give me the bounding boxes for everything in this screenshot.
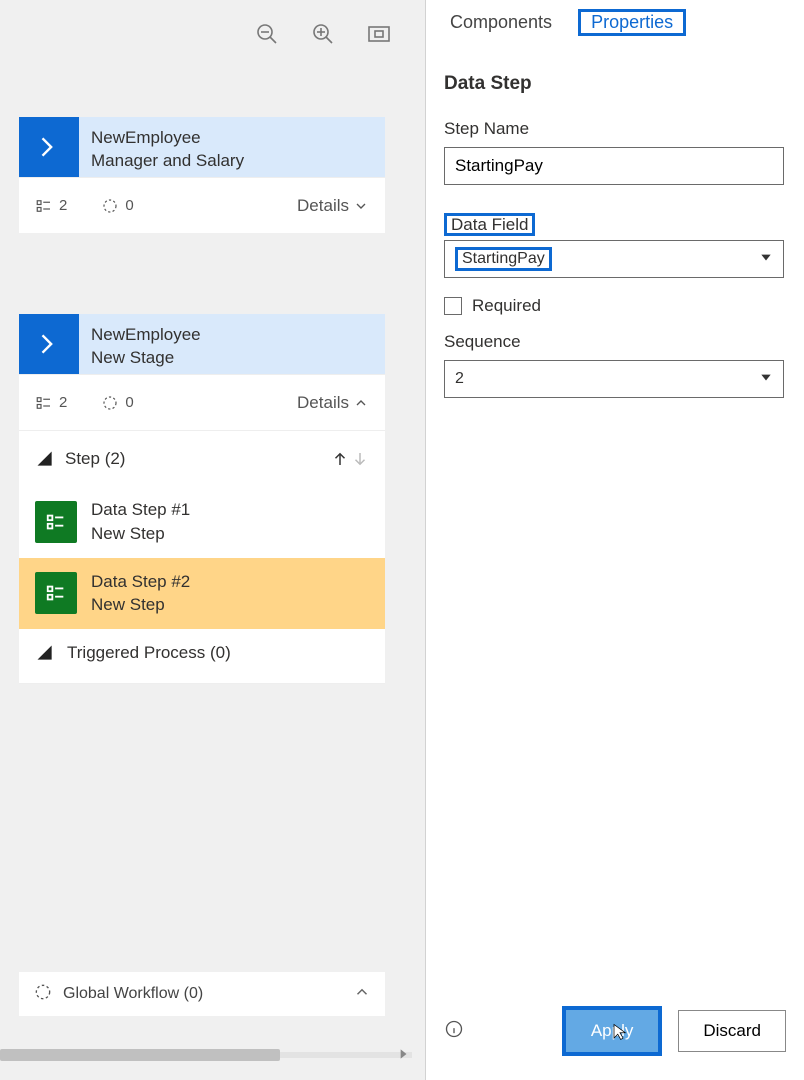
stage-card[interactable]: NewEmployee New Stage 2 0 Details Step (… [19,314,385,684]
arrow-down-icon[interactable] [351,450,369,468]
steps-icon [35,394,53,412]
stage-subtitle: New Stage [91,347,201,370]
arrow-up-icon[interactable] [331,450,349,468]
discard-button[interactable]: Discard [678,1010,786,1052]
data-step-item-selected[interactable]: Data Step #2 New Step [19,558,385,630]
zoom-out-icon[interactable] [255,22,279,46]
chevron-down-icon [759,250,773,269]
step-name-label: Step Name [426,95,804,147]
sequence-label: Sequence [426,316,804,360]
data-field-select[interactable]: StartingPay [444,240,784,278]
triangle-icon [35,643,55,663]
step-name-input[interactable] [444,147,784,185]
apply-button[interactable]: Apply [566,1010,659,1052]
sequence-select[interactable]: 2 [444,360,784,398]
data-step-title: Data Step #1 [91,498,190,522]
horizontal-scrollbar[interactable] [0,1046,412,1064]
steps-icon [35,197,53,215]
global-workflow-bar[interactable]: Global Workflow (0) [19,972,385,1016]
details-label: Details [297,196,349,216]
steps-label: Step (2) [65,449,125,469]
process-count: 0 [125,394,133,411]
workflow-icon [33,982,53,1007]
stage-icon [19,117,79,177]
chevron-up-icon [353,983,371,1006]
triangle-icon [35,449,55,469]
data-field-label: Data Field [444,213,535,236]
required-checkbox[interactable] [444,297,462,315]
sequence-value: 2 [455,370,464,388]
zoom-in-icon[interactable] [311,22,335,46]
details-toggle[interactable]: Details [297,393,369,413]
global-workflow-label: Global Workflow (0) [63,985,203,1003]
step-count: 2 [59,394,67,411]
data-step-item[interactable]: Data Step #1 New Step [19,486,385,558]
data-field-value: StartingPay [455,247,552,271]
tab-components[interactable]: Components [444,8,558,37]
stage-icon [19,314,79,374]
step-count: 2 [59,197,67,214]
process-icon [101,197,119,215]
data-step-subtitle: New Step [91,593,190,617]
fit-screen-icon[interactable] [367,22,391,46]
data-step-icon [35,501,77,543]
stage-subtitle: Manager and Salary [91,150,244,173]
process-count: 0 [125,197,133,214]
details-toggle[interactable]: Details [297,196,369,216]
data-step-title: Data Step #2 [91,570,190,594]
apply-label: Apply [591,1021,634,1041]
data-step-subtitle: New Step [91,522,190,546]
data-step-icon [35,572,77,614]
process-icon [101,394,119,412]
steps-header[interactable]: Step (2) [19,430,385,486]
section-title: Data Step [426,43,804,95]
chevron-up-icon [353,395,369,411]
chevron-down-icon [353,198,369,214]
stage-name: NewEmployee [91,127,244,150]
stage-name: NewEmployee [91,324,201,347]
required-label: Required [472,296,541,316]
scroll-right-icon[interactable] [396,1047,410,1061]
info-icon[interactable] [444,1019,464,1043]
triggered-process-row[interactable]: Triggered Process (0) [19,629,385,684]
tab-properties[interactable]: Properties [585,8,679,36]
stage-card[interactable]: NewEmployee Manager and Salary 2 0 Detai… [19,117,385,233]
triggered-label: Triggered Process (0) [67,643,231,663]
details-label: Details [297,393,349,413]
chevron-down-icon [759,370,773,389]
